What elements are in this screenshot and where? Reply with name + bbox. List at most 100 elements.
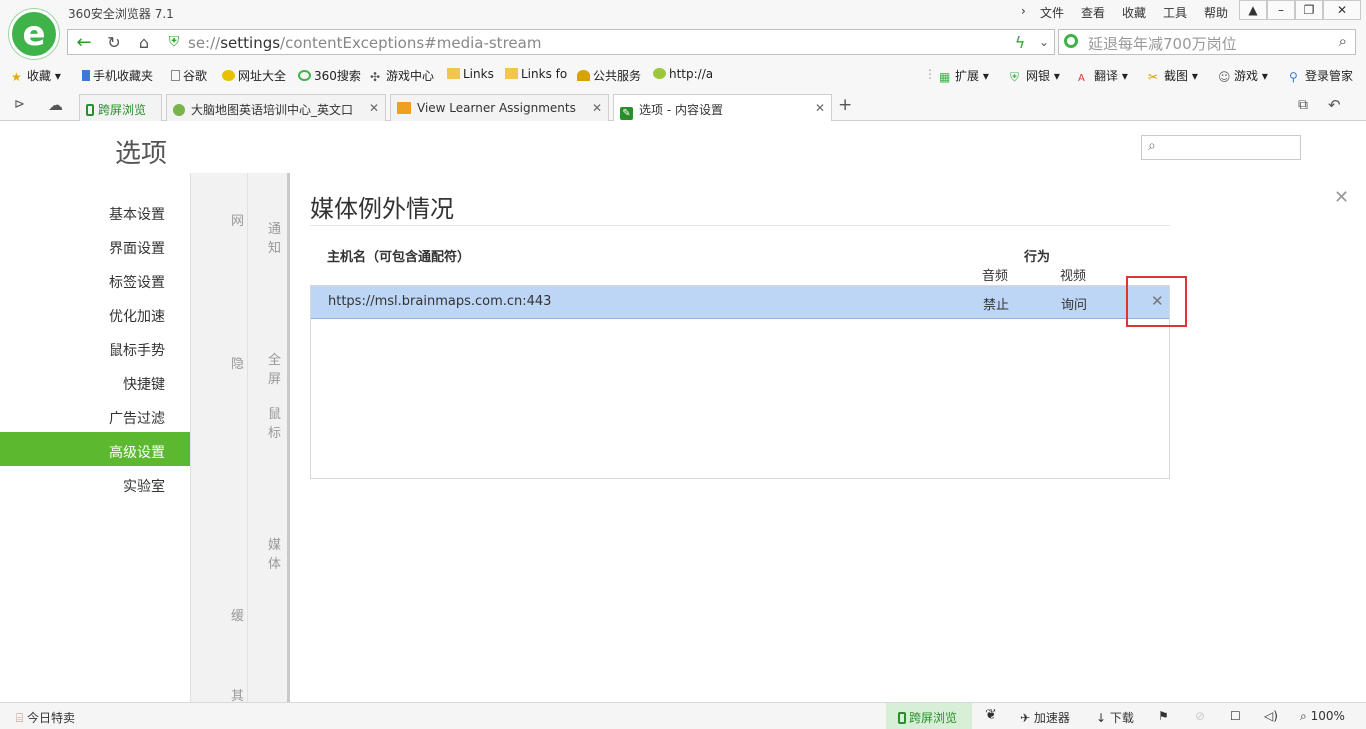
close-tab-icon[interactable]: ✕ — [369, 101, 379, 115]
sidebar-item-acceleration[interactable]: 优化加速 — [109, 306, 165, 326]
shield-yen-icon: ⛨ — [1010, 70, 1020, 84]
bookmark-favorites[interactable]: ★ 收藏 ▾ — [11, 67, 61, 84]
status-bar: ⌸ 今日特卖 跨屏浏览 ❦ ✈ 加速器 ↓ 下载 ⚑ ⊘ ☐ ◁) ⌕ 100% — [0, 702, 1366, 729]
bookmarks-bar: ★ 收藏 ▾ 手机收藏夹 谷歌 网址大全 360搜索 ✣ 游戏中心 Links Li… — [0, 61, 1366, 89]
exception-host: https://msl.brainmaps.com.cn:443 — [328, 294, 552, 309]
new-tab-icon[interactable]: + — [838, 95, 852, 115]
star-icon: ★ — [11, 70, 22, 84]
app-title: 360安全浏览器 7.1 — [68, 7, 174, 21]
screenshot-button[interactable]: ✂ 截图 ▾ — [1148, 67, 1198, 84]
key-search-icon: ⚲ — [1289, 70, 1298, 84]
search-placeholder: 延退每年减700万岗位 — [1088, 35, 1237, 53]
sidebar-item-lab[interactable]: 实验室 — [123, 476, 165, 496]
dialog-title-divider — [310, 225, 1170, 226]
column-divider — [247, 173, 248, 702]
bookmark-360search[interactable]: 360搜索 — [298, 67, 361, 84]
exception-row[interactable]: https://msl.brainmaps.com.cn:443 禁止 询问 ✕ — [311, 286, 1169, 319]
dialog-close-icon[interactable]: ✕ — [1334, 187, 1349, 208]
tab-list-icon[interactable]: ⧉ — [1298, 97, 1308, 113]
bookmark-public-service[interactable]: 公共服务 — [577, 67, 641, 84]
bookmark-google[interactable]: 谷歌 — [171, 67, 207, 84]
bookmark-site-nav[interactable]: 网址大全 — [222, 67, 286, 84]
sidebar-item-shortcuts[interactable]: 快捷键 — [123, 374, 165, 394]
phone-icon — [898, 712, 906, 724]
web-icon — [653, 68, 666, 79]
daily-deals-button[interactable]: ⌸ 今日特卖 — [16, 709, 75, 726]
bookmark-games[interactable]: ✣ 游戏中心 — [370, 67, 434, 84]
bookmark-links-fo[interactable]: Links fo — [505, 67, 567, 81]
grid-icon: ▦ — [939, 70, 951, 84]
zoom-icon: ⌕ — [1300, 709, 1307, 723]
undo-close-icon[interactable]: ↶ — [1328, 96, 1341, 114]
menu-favorites[interactable]: 收藏 — [1122, 4, 1146, 21]
page-title: 选项 — [115, 139, 168, 169]
sidebar-toggle-icon[interactable]: ⊳ — [14, 97, 25, 112]
tab-cross-screen[interactable]: 跨屏浏览 — [79, 94, 162, 121]
home-icon[interactable]: ⌂ — [130, 30, 158, 54]
sidebar-item-ad-filter[interactable]: 广告过滤 — [109, 408, 165, 428]
dialog-title: 媒体例外情况 — [310, 195, 454, 223]
menu-file[interactable]: 文件 — [1040, 4, 1064, 21]
options-search-input[interactable]: ⌕ — [1141, 135, 1301, 160]
navigation-bar: ← ↻ ⌂ ⛨ se://settings/contentExceptions#… — [0, 28, 1366, 61]
search-input[interactable]: 延退每年减700万岗位 ⌕ — [1058, 29, 1356, 55]
url-text[interactable]: se://settings/contentExceptions#media-st… — [188, 34, 541, 52]
minimize-button[interactable]: – — [1267, 0, 1295, 20]
translate-icon: A — [1078, 73, 1085, 84]
close-tab-icon[interactable]: ✕ — [592, 101, 602, 115]
download-icon: ↓ — [1096, 711, 1107, 725]
refresh-icon[interactable]: ↻ — [100, 30, 128, 54]
bookmark-links[interactable]: Links — [447, 67, 494, 81]
phone-icon — [82, 70, 90, 81]
exception-video-select[interactable]: 询问 — [1061, 294, 1087, 313]
tab-learner-assignments[interactable]: View Learner Assignments ✕ — [390, 94, 609, 121]
search-icon: ⌕ — [1148, 138, 1156, 154]
flag-icon[interactable]: ⚑ — [1158, 709, 1169, 723]
rocket-icon: ✈ — [1020, 711, 1031, 725]
search-engine-icon[interactable] — [1064, 34, 1078, 48]
sidebar-item-mouse-gestures[interactable]: 鼠标手势 — [109, 340, 165, 360]
sidebar-item-interface[interactable]: 界面设置 — [109, 238, 165, 258]
divider-icon: ⋮ — [924, 67, 936, 81]
close-tab-icon[interactable]: ✕ — [815, 101, 825, 115]
chevron-down-icon[interactable]: ⌄ — [1030, 30, 1058, 54]
accelerator-button[interactable]: ✈ 加速器 — [1020, 709, 1070, 726]
extensions-button[interactable]: ▦ 扩展 ▾ — [939, 67, 989, 84]
tab-brainmaps[interactable]: 大脑地图英语培训中心_英文口 ✕ — [166, 94, 386, 121]
skin-icon[interactable]: ▲ — [1239, 0, 1267, 20]
menu-view[interactable]: 查看 — [1081, 4, 1105, 21]
search-icon[interactable]: ⌕ — [1339, 32, 1347, 50]
shield-icon: ⛨ — [168, 34, 180, 50]
maximize-button[interactable]: ❐ — [1295, 0, 1323, 20]
bell-icon — [577, 70, 590, 81]
close-button[interactable]: ✕ — [1323, 0, 1361, 20]
menu-help[interactable]: 帮助 — [1204, 4, 1228, 21]
login-manager-button[interactable]: ⚲ 登录管家 — [1289, 67, 1353, 84]
leaf-icon[interactable]: ❦ — [985, 707, 997, 723]
column-header-behavior: 行为 — [1024, 250, 1051, 265]
cloud-icon[interactable]: ☁ — [48, 96, 63, 114]
sidebar-item-basic[interactable]: 基本设置 — [109, 204, 165, 224]
download-button[interactable]: ↓ 下载 — [1096, 709, 1134, 726]
cross-screen-button[interactable]: 跨屏浏览 — [886, 703, 972, 729]
chevron-right-icon[interactable]: › — [1021, 4, 1026, 18]
address-bar[interactable]: ← ↻ ⌂ ⛨ se://settings/contentExceptions#… — [67, 29, 1055, 55]
games-button[interactable]: ☺ 游戏 ▾ — [1218, 67, 1268, 84]
section-label: 隐 — [231, 357, 245, 372]
zoom-control[interactable]: ⌕ 100% — [1300, 709, 1345, 724]
volume-icon[interactable]: ◁) — [1264, 709, 1278, 723]
back-icon[interactable]: ← — [70, 30, 98, 54]
sidebar-item-advanced[interactable]: 高级设置 — [109, 442, 165, 462]
exception-audio-select[interactable]: 禁止 — [983, 294, 1009, 313]
column-header-video: 视频 — [1060, 269, 1087, 284]
column-header-audio: 音频 — [982, 269, 1009, 284]
bookmark-mobile[interactable]: 手机收藏夹 — [82, 67, 153, 84]
window-icon[interactable]: ☐ — [1230, 709, 1241, 723]
translate-button[interactable]: A 翻译 ▾ — [1078, 67, 1128, 84]
gamepad-icon: ✣ — [370, 70, 381, 84]
bookmark-http[interactable]: http://a — [653, 67, 713, 81]
online-banking-button[interactable]: ⛨ 网银 ▾ — [1010, 67, 1060, 84]
menu-tools[interactable]: 工具 — [1163, 4, 1187, 21]
tab-options-content-settings[interactable]: ✎ 选项 - 内容设置 ✕ — [613, 94, 832, 122]
sidebar-item-tabs[interactable]: 标签设置 — [109, 272, 165, 292]
